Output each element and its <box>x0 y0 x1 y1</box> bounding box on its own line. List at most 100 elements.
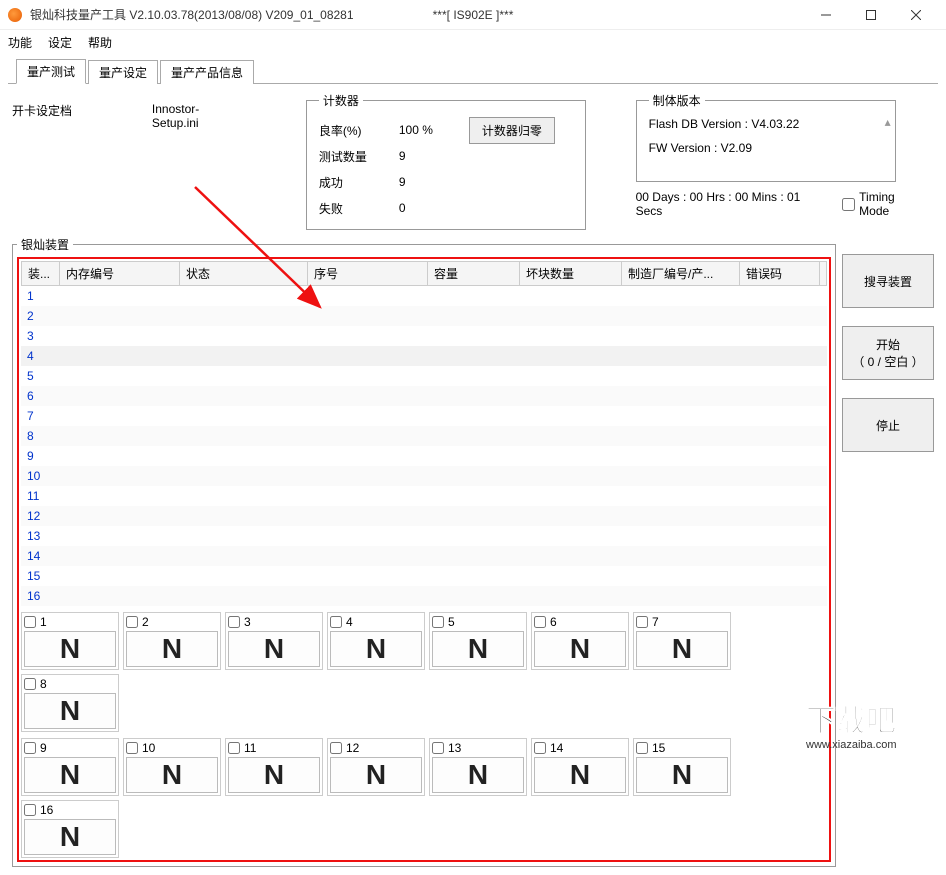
testcount-value: 9 <box>399 149 469 163</box>
tab-test[interactable]: 量产测试 <box>16 59 86 84</box>
table-body: 12345678910111213141516 <box>21 286 827 606</box>
slot-checkbox[interactable] <box>126 742 138 754</box>
row-number: 16 <box>21 589 59 603</box>
start-button[interactable]: 开始 （ 0 / 空白 ） <box>842 326 934 380</box>
table-row[interactable]: 1 <box>21 286 827 306</box>
slot-checkbox[interactable] <box>126 616 138 628</box>
table-row[interactable]: 12 <box>21 506 827 526</box>
close-button[interactable] <box>893 1 938 29</box>
slot-number: 15 <box>652 741 665 755</box>
row-number: 13 <box>21 529 59 543</box>
counter-group: 计数器 良率(%) 100 % 计数器归零 测试数量 9 成功 9 失败 0 <box>306 92 586 230</box>
slot-status-letter: N <box>24 819 116 855</box>
tab-settings[interactable]: 量产设定 <box>88 60 158 84</box>
slot-number: 1 <box>40 615 47 629</box>
table-row[interactable]: 15 <box>21 566 827 586</box>
table-row[interactable]: 5 <box>21 366 827 386</box>
slot-number: 12 <box>346 741 359 755</box>
table-row[interactable]: 14 <box>21 546 827 566</box>
device-slot: 6N <box>531 612 629 670</box>
fail-label: 失败 <box>319 200 399 217</box>
slot-status-letter: N <box>534 757 626 793</box>
table-row[interactable]: 6 <box>21 386 827 406</box>
slot-checkbox[interactable] <box>432 742 444 754</box>
table-row[interactable]: 4 <box>21 346 827 366</box>
table-row[interactable]: 9 <box>21 446 827 466</box>
maximize-button[interactable] <box>848 1 893 29</box>
col-device[interactable]: 装... <box>22 262 60 285</box>
tab-product[interactable]: 量产产品信息 <box>160 60 254 84</box>
slot-checkbox[interactable] <box>330 616 342 628</box>
table-row[interactable]: 10 <box>21 466 827 486</box>
table-row[interactable]: 2 <box>21 306 827 326</box>
table-row[interactable]: 11 <box>21 486 827 506</box>
col-status[interactable]: 状态 <box>180 262 308 285</box>
slot-checkbox[interactable] <box>534 616 546 628</box>
slot-number: 7 <box>652 615 659 629</box>
counter-legend: 计数器 <box>319 92 363 109</box>
slot-checkbox[interactable] <box>330 742 342 754</box>
yield-label: 良率(%) <box>319 122 399 139</box>
menu-settings[interactable]: 设定 <box>48 34 72 51</box>
app-icon <box>8 8 22 22</box>
slots-row-1: 1N2N3N4N5N6N7N8N <box>21 612 827 732</box>
tabs: 量产测试 量产设定 量产产品信息 <box>8 56 938 84</box>
slot-number: 11 <box>244 741 256 755</box>
devices-legend: 银灿装置 <box>17 236 73 253</box>
minimize-button[interactable] <box>803 1 848 29</box>
testcount-label: 测试数量 <box>319 148 399 165</box>
table-row[interactable]: 8 <box>21 426 827 446</box>
device-slot: 11N <box>225 738 323 796</box>
timing-mode-checkbox[interactable] <box>842 198 855 211</box>
slots-row-2: 9N10N11N12N13N14N15N16N <box>21 738 827 858</box>
slot-status-letter: N <box>330 631 422 667</box>
row-number: 7 <box>21 409 59 423</box>
row-number: 11 <box>21 489 59 503</box>
search-devices-button[interactable]: 搜寻装置 <box>842 254 934 308</box>
table-row[interactable]: 16 <box>21 586 827 606</box>
slot-status-letter: N <box>534 631 626 667</box>
slot-checkbox[interactable] <box>24 616 36 628</box>
scroll-up-icon[interactable]: ▴ <box>885 115 891 129</box>
slot-status-letter: N <box>126 757 218 793</box>
col-error[interactable]: 错误码 <box>740 262 820 285</box>
device-slot: 10N <box>123 738 221 796</box>
slot-checkbox[interactable] <box>636 616 648 628</box>
counter-reset-button[interactable]: 计数器归零 <box>469 117 555 144</box>
col-badblocks[interactable]: 坏块数量 <box>520 262 622 285</box>
col-serial[interactable]: 序号 <box>308 262 428 285</box>
table-row[interactable]: 13 <box>21 526 827 546</box>
menu-help[interactable]: 帮助 <box>88 34 112 51</box>
timing-mode-checkbox-label[interactable]: Timing Mode <box>842 190 928 218</box>
window-title-center: ***[ IS902E ]*** <box>433 8 514 22</box>
menu-function[interactable]: 功能 <box>8 34 32 51</box>
col-mfg[interactable]: 制造厂编号/产... <box>622 262 740 285</box>
slot-checkbox[interactable] <box>228 616 240 628</box>
slot-number: 4 <box>346 615 353 629</box>
device-slot: 4N <box>327 612 425 670</box>
slot-checkbox[interactable] <box>534 742 546 754</box>
slot-checkbox[interactable] <box>24 742 36 754</box>
row-number: 12 <box>21 509 59 523</box>
slot-checkbox[interactable] <box>24 804 36 816</box>
card-setting-value: Innostor-Setup.ini <box>152 92 246 130</box>
col-capacity[interactable]: 容量 <box>428 262 520 285</box>
slot-checkbox[interactable] <box>636 742 648 754</box>
stop-button[interactable]: 停止 <box>842 398 934 452</box>
col-memid[interactable]: 内存编号 <box>60 262 180 285</box>
table-row[interactable]: 7 <box>21 406 827 426</box>
slot-number: 16 <box>40 803 53 817</box>
slot-checkbox[interactable] <box>228 742 240 754</box>
firmware-group: 制体版本 Flash DB Version : V4.03.22 FW Vers… <box>636 92 896 182</box>
row-number: 4 <box>21 349 59 363</box>
row-number: 5 <box>21 369 59 383</box>
slot-checkbox[interactable] <box>432 616 444 628</box>
menubar: 功能 设定 帮助 <box>0 30 946 54</box>
slot-checkbox[interactable] <box>24 678 36 690</box>
device-slot: 15N <box>633 738 731 796</box>
success-label: 成功 <box>319 174 399 191</box>
table-row[interactable]: 3 <box>21 326 827 346</box>
device-slot: 9N <box>21 738 119 796</box>
firmware-legend: 制体版本 <box>649 92 705 109</box>
annotation-highlight-box: 装... 内存编号 状态 序号 容量 坏块数量 制造厂编号/产... 错误码 1… <box>17 257 831 862</box>
